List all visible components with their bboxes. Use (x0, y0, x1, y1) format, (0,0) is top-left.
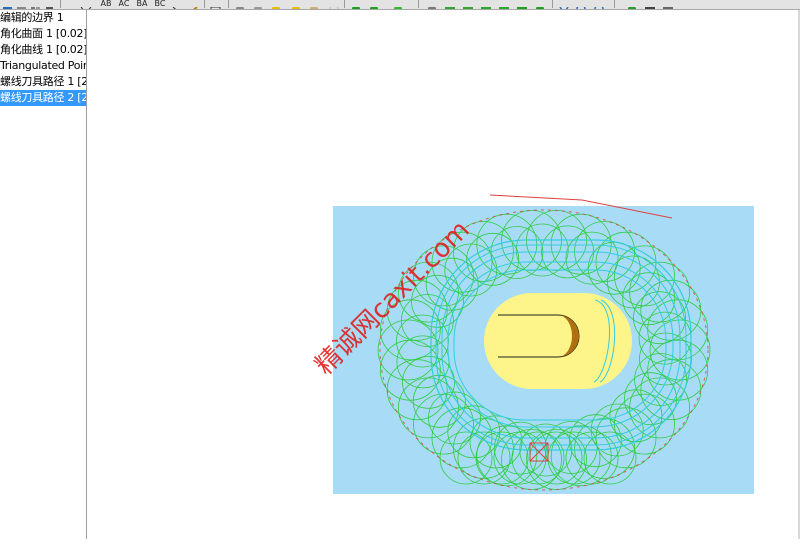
save-icon[interactable] (644, 0, 656, 9)
tree-item-edited-boundary[interactable]: 编辑的边界 1 (0, 10, 86, 26)
copy-icon[interactable] (30, 0, 42, 9)
fit-icon[interactable] (558, 0, 570, 9)
view-icon[interactable] (80, 0, 92, 9)
mesh-icon[interactable] (16, 0, 28, 9)
toolbar: AB AC BA BC (0, 0, 800, 10)
select-icon[interactable] (2, 0, 14, 9)
toolpath-b-icon[interactable] (462, 0, 474, 9)
zoom-in-icon[interactable] (576, 0, 588, 9)
toolpath-e-icon[interactable] (516, 0, 528, 9)
toolpath-d-icon[interactable] (498, 0, 510, 9)
gear-icon[interactable] (426, 0, 438, 9)
bc-button[interactable]: BC (152, 0, 168, 8)
tool-yellow-icon[interactable] (270, 0, 282, 9)
tree-item-spiral-toolpath-1[interactable]: 螺线刀具路径 1 [20x (0, 74, 86, 90)
tree-item-triangulated-surface[interactable]: 角化曲面 1 [0.02] (0, 26, 86, 42)
delete-icon[interactable] (44, 0, 56, 9)
zoom-out-icon[interactable] (594, 0, 606, 9)
tool-cut-icon[interactable] (252, 0, 264, 9)
pencil-icon[interactable] (188, 0, 200, 9)
toolpath-f-icon[interactable] (534, 0, 546, 9)
green-ball-icon[interactable] (368, 0, 380, 9)
frame-icon[interactable] (210, 0, 222, 9)
toolpath-a-icon[interactable] (444, 0, 456, 9)
ab-button[interactable]: AB (98, 0, 114, 8)
tree-item-triangulated-points[interactable]: Triangulated Points 1 (0, 58, 86, 74)
ba-button[interactable]: BA (134, 0, 150, 8)
ac-button[interactable]: AC (116, 0, 132, 8)
shade-icon[interactable] (626, 0, 638, 9)
tool-yellow2-icon[interactable] (290, 0, 302, 9)
green-toggle-icon[interactable] (350, 0, 362, 9)
layers-icon[interactable] (662, 0, 674, 9)
tree-item-spiral-toolpath-2[interactable]: 螺线刀具路径 2 [20x (0, 90, 86, 106)
green-dot-icon[interactable] (392, 0, 404, 9)
graphics-viewport[interactable]: 精诚网caxit.com (88, 10, 800, 539)
boss-slot (498, 314, 580, 358)
tool-icon[interactable] (234, 0, 246, 9)
toolpath-tree-panel: 编辑的边界 1 角化曲面 1 [0.02] 角化曲线 1 [0.02] Tria… (0, 10, 87, 539)
tool-grey-icon[interactable] (308, 0, 320, 9)
cad-scene: 精诚网caxit.com (310, 194, 754, 494)
arrow-icon[interactable] (172, 0, 184, 9)
tree-item-triangulated-curve[interactable]: 角化曲线 1 [0.02] (0, 42, 86, 58)
blank-icon[interactable] (328, 0, 340, 9)
toolpath-c-icon[interactable] (480, 0, 492, 9)
